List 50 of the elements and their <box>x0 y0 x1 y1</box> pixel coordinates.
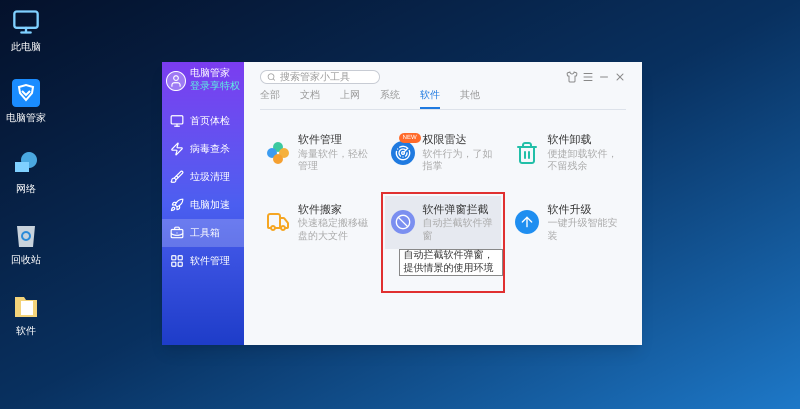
tool-subtitle: 软件行为，了如指掌 <box>422 148 494 174</box>
tool-title: 软件弹窗拦截 <box>422 202 490 218</box>
desktop-icon-label[interactable]: 网络 <box>16 182 36 197</box>
sidebar-item[interactable]: 软件管理 <box>162 247 244 275</box>
grid-icon <box>170 254 184 268</box>
avatar-icon <box>166 70 186 90</box>
login-link[interactable]: 登录享特权 <box>190 80 240 93</box>
brush-icon <box>170 170 184 184</box>
lightning-icon <box>170 142 184 156</box>
clover-icon <box>266 140 290 165</box>
sidebar-item[interactable]: 病毒查杀 <box>162 135 244 163</box>
tool-item[interactable]: 软件弹窗拦截 自动拦截软件弹窗 <box>384 196 502 249</box>
menu-icon[interactable] <box>582 71 594 83</box>
desktop-icon-label[interactable]: 此电脑 <box>11 40 41 55</box>
tool-title: 软件搬家 <box>298 202 343 218</box>
computer-icon <box>12 8 40 36</box>
tool-title: 软件管理 <box>298 133 343 148</box>
tool-title: 软件升级 <box>547 202 592 218</box>
tool-title: 权限雷达 <box>422 133 468 148</box>
desktop-icon-label[interactable]: 软件 <box>16 324 36 339</box>
close-icon[interactable] <box>614 71 626 83</box>
sidebar-item[interactable]: 工具箱 <box>162 219 244 247</box>
tool-title: 软件卸载 <box>547 133 592 148</box>
tool-item[interactable]: 软件卸载 便捷卸载软件，不留残余 <box>509 126 626 180</box>
rocket-icon <box>170 198 184 212</box>
sidebar-item[interactable]: 首页体检 <box>162 107 244 135</box>
search-icon <box>267 72 276 82</box>
search-field[interactable]: 搜索管家小工具 <box>260 70 380 84</box>
shield-app-icon <box>12 79 40 107</box>
tool-subtitle: 便捷卸载软件，不留残余 <box>547 148 618 174</box>
radar-icon <box>390 140 415 165</box>
tool-item[interactable]: 软件管理 海量软件，轻松管理 <box>260 126 377 180</box>
sidebar-item[interactable]: 垃圾清理 <box>162 163 244 191</box>
tool-item[interactable]: 软件搬家 快速稳定搬移磁盘的大文件 <box>260 196 377 249</box>
tooltip: 自动拦截软件弹窗，提供情景的使用环境 <box>398 249 503 276</box>
tool-subtitle: 自动拦截软件弹窗 <box>422 218 494 243</box>
category-tab[interactable]: 软件 <box>420 88 440 109</box>
tool-item[interactable]: 软件升级 一键升级智能安装 <box>509 196 626 249</box>
tool-subtitle: 快速稳定搬移磁盘的大文件 <box>298 218 369 243</box>
desktop-icon-label[interactable]: 电脑管家 <box>6 111 46 126</box>
trash-icon <box>515 140 540 165</box>
toolbox-icon <box>170 226 184 240</box>
sidebar-item[interactable]: 电脑加速 <box>162 191 244 219</box>
skin-icon[interactable] <box>566 71 578 83</box>
blocked-window-icon <box>390 210 415 234</box>
desktop-icon-label[interactable]: 回收站 <box>11 253 41 268</box>
monitor-icon <box>170 114 184 128</box>
user-name: 电脑管家 <box>190 68 231 80</box>
tool-subtitle: 一键升级智能安装 <box>547 218 618 243</box>
tool-subtitle: 海量软件，轻松管理 <box>298 148 369 174</box>
